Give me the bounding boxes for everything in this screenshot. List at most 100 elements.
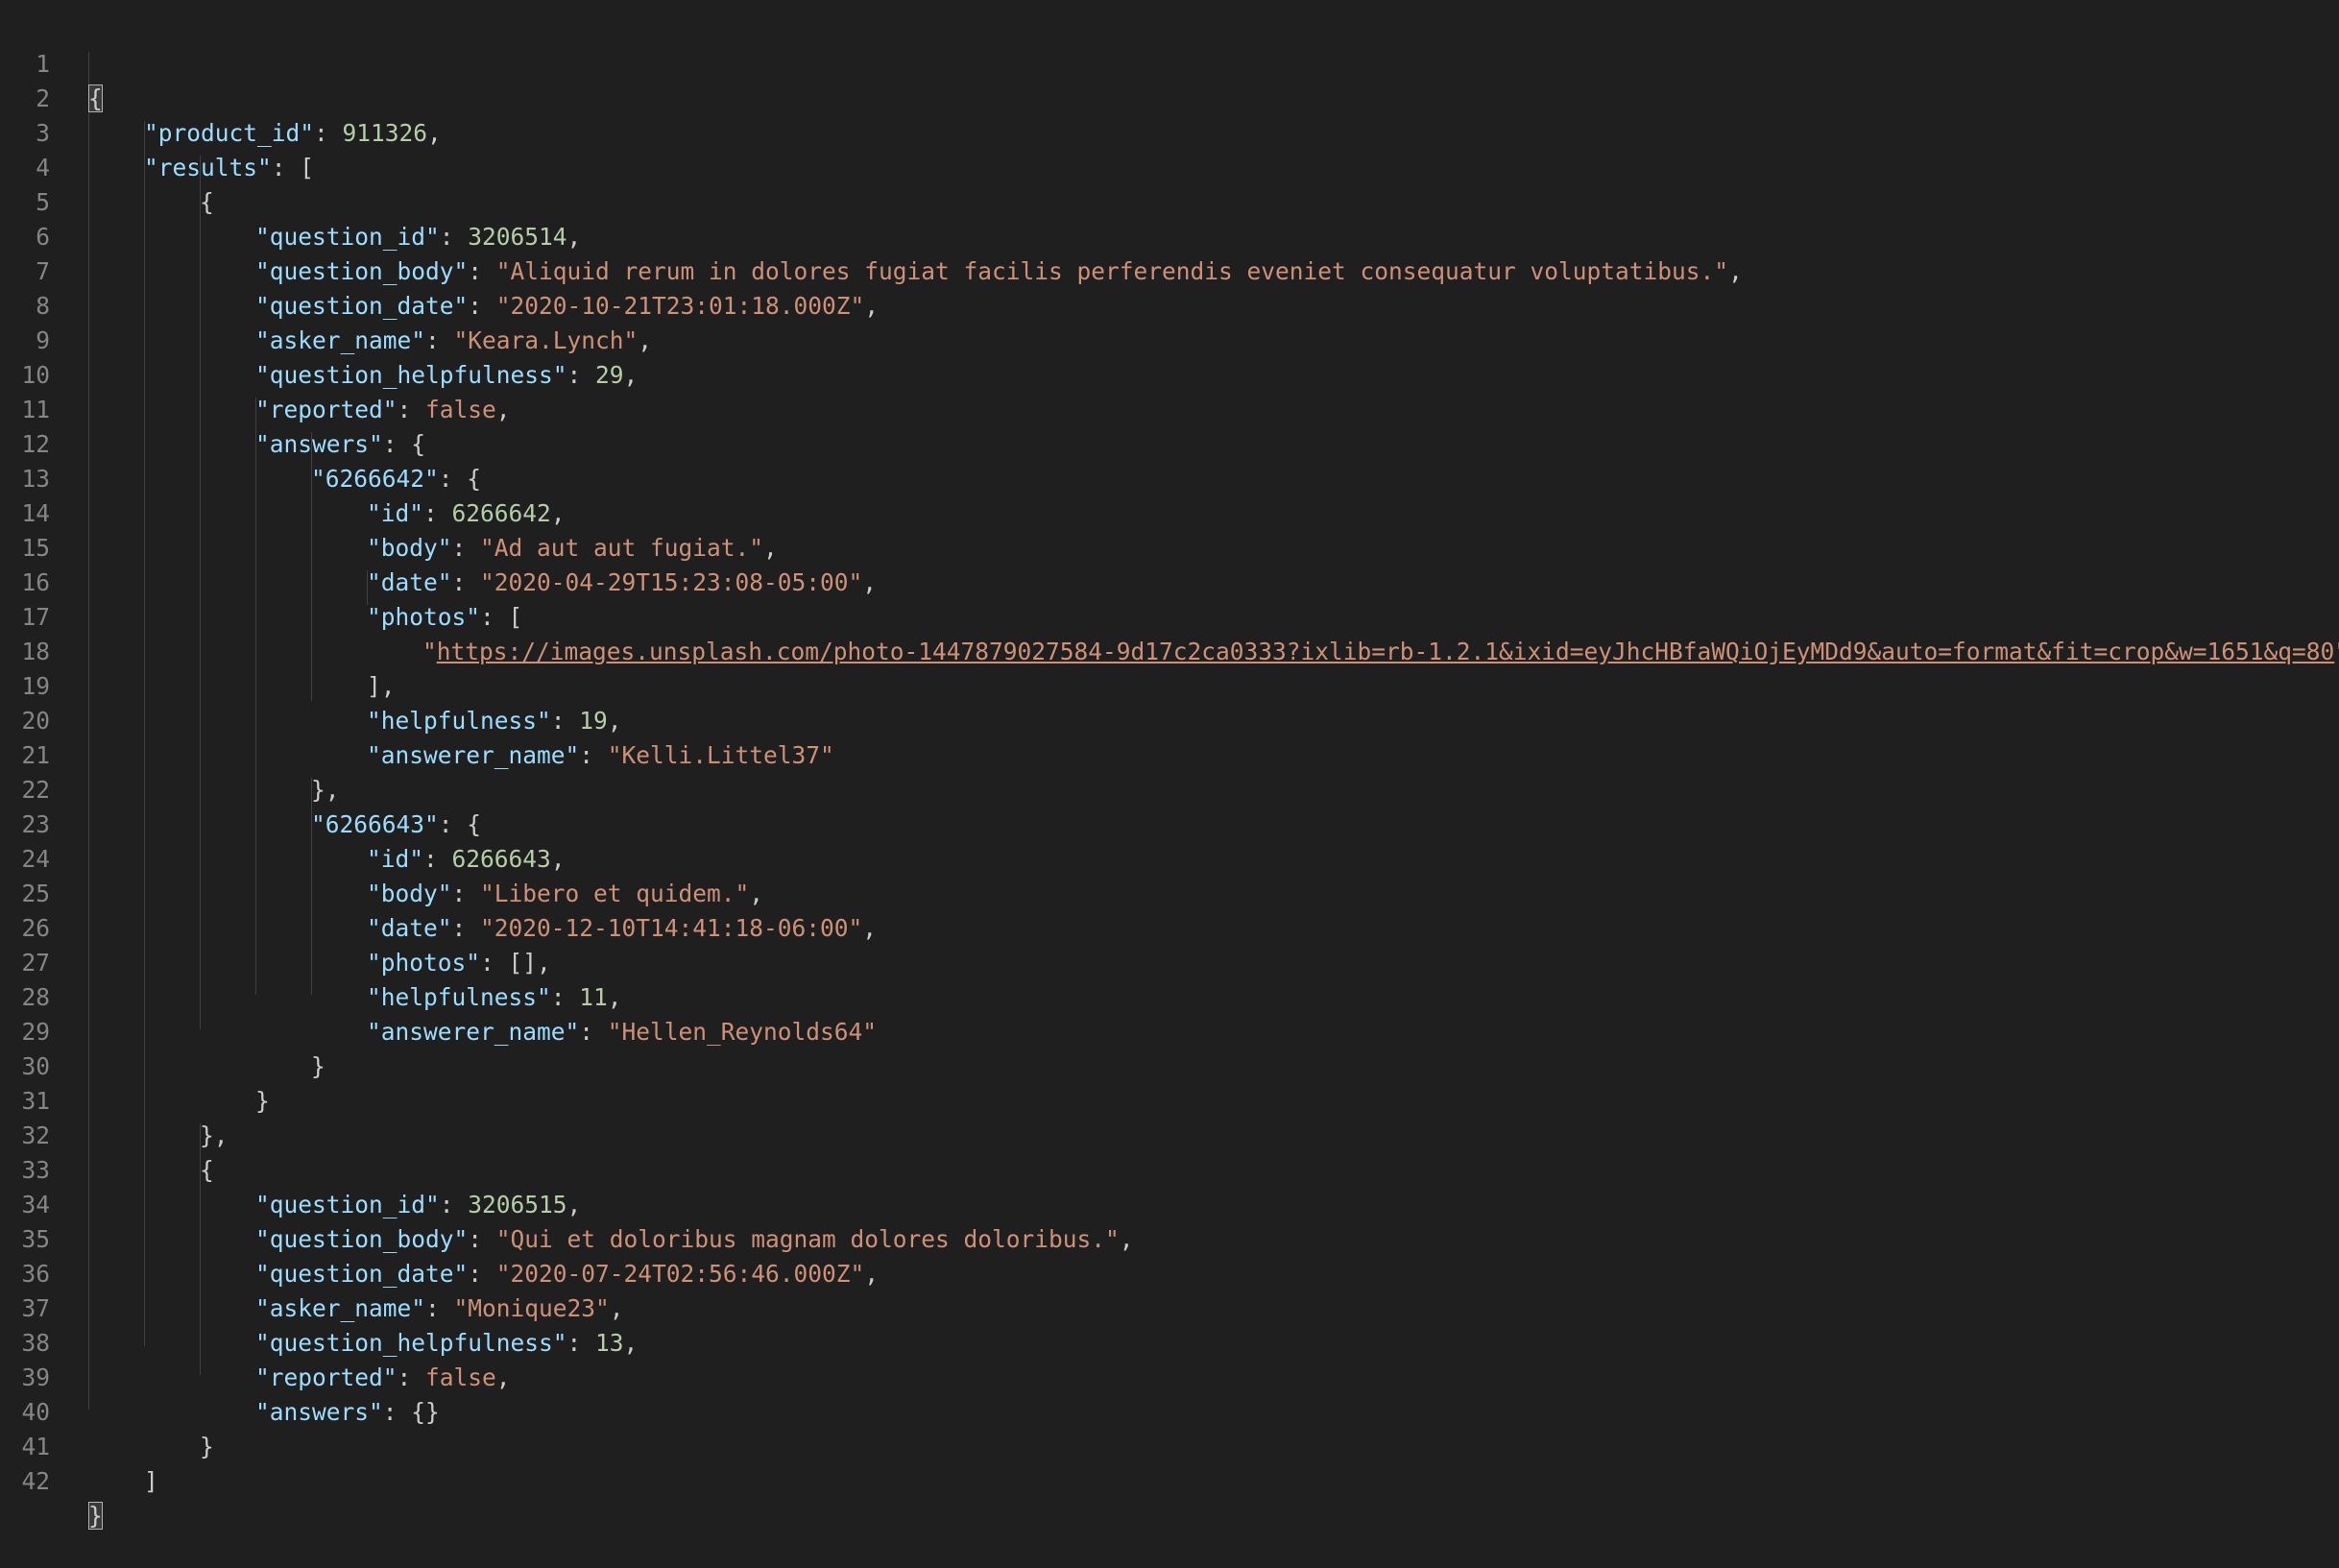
code-text: "product_id": 911326, bbox=[144, 119, 442, 147]
code-line[interactable]: 4 { bbox=[0, 116, 214, 216]
json-key: "id" bbox=[367, 845, 424, 873]
line-number: 42 bbox=[21, 1467, 50, 1495]
json-key: "answers" bbox=[255, 1398, 383, 1426]
code-text: "answerer_name": "Kelli.Littel37" bbox=[367, 741, 834, 769]
code-line[interactable]: 15 "date": "2020-04-29T15:23:08-05:00", bbox=[0, 496, 877, 596]
json-string: "2020-07-24T02:56:46.000Z" bbox=[495, 1260, 865, 1288]
indent-guide bbox=[144, 121, 145, 1346]
code-line[interactable]: 40 } bbox=[0, 1361, 213, 1460]
json-key: "question_body" bbox=[255, 1225, 469, 1253]
json-number: 6266643 bbox=[451, 845, 551, 873]
json-key: "photos" bbox=[367, 949, 481, 977]
json-string: "2020-04-29T15:23:08-05:00" bbox=[480, 568, 863, 596]
code-text: "answerer_name": "Hellen_Reynolds64" bbox=[367, 1018, 878, 1046]
code-line[interactable]: 39 "answers": {} bbox=[0, 1326, 439, 1426]
code-text: "question_id": 3206515, bbox=[255, 1191, 582, 1218]
json-string: "Kelli.Littel37" bbox=[607, 741, 834, 769]
code-editor[interactable]: 1 { 2 "product_id": 911326, 3 "results":… bbox=[0, 0, 2339, 1530]
code-line[interactable]: 32 { bbox=[0, 1084, 213, 1184]
code-line[interactable]: 5 "question_id": 3206514, bbox=[0, 151, 581, 251]
json-boolean: false bbox=[425, 396, 496, 423]
code-line[interactable]: 24 "body": "Libero et quidem.", bbox=[0, 808, 763, 907]
json-key: "question_id" bbox=[255, 223, 440, 251]
code-text: "question_id": 3206514, bbox=[255, 223, 582, 251]
code-line[interactable]: 25 "date": "2020-12-10T14:41:18-06:00", bbox=[0, 842, 877, 942]
code-line[interactable]: 33 "question_id": 3206515, bbox=[0, 1119, 581, 1218]
indent-guide bbox=[88, 52, 89, 1410]
code-line[interactable]: 20 "answerer_name": "Kelli.Littel37" bbox=[0, 669, 833, 769]
code-line[interactable]: 1 { bbox=[0, 12, 103, 112]
code-line[interactable]: 16 "photos": [ bbox=[0, 531, 522, 631]
code-text: ] bbox=[144, 1467, 158, 1495]
code-text: "answers": { bbox=[255, 430, 426, 458]
json-key: "results" bbox=[144, 154, 272, 181]
json-key: "asker_name" bbox=[255, 1294, 426, 1322]
code-line[interactable]: 31 }, bbox=[0, 1049, 228, 1149]
code-line[interactable]: 29 } bbox=[0, 980, 325, 1080]
code-line[interactable]: 30 } bbox=[0, 1015, 269, 1115]
code-text: }, bbox=[200, 1122, 229, 1149]
code-line[interactable]: 17 "https://images.unsplash.com/photo-14… bbox=[0, 566, 2339, 665]
code-line[interactable]: 12 "6266642": { bbox=[0, 393, 481, 493]
json-key: "6266642" bbox=[311, 465, 439, 493]
code-line[interactable]: 9 "question_helpfulness": 29, bbox=[0, 289, 638, 389]
code-line[interactable]: 8 "asker_name": "Keara.Lynch", bbox=[0, 254, 652, 354]
photo-url-link[interactable]: https://images.unsplash.com/photo-144787… bbox=[437, 638, 2335, 665]
code-line[interactable]: 3 "results": [ bbox=[0, 82, 314, 181]
code-text: "6266642": { bbox=[311, 465, 482, 493]
code-line[interactable]: 38 "reported": false, bbox=[0, 1291, 510, 1391]
json-string: "Monique23" bbox=[453, 1294, 610, 1322]
code-line[interactable]: 37 "question_helpfulness": 13, bbox=[0, 1257, 638, 1357]
json-key: "body" bbox=[367, 880, 452, 907]
json-string: "Hellen_Reynolds64" bbox=[607, 1018, 878, 1046]
json-key: "answers" bbox=[255, 430, 383, 458]
json-key: "question_helpfulness" bbox=[255, 361, 567, 389]
code-line[interactable]: 14 "body": "Ad aut aut fugiat.", bbox=[0, 462, 777, 562]
code-line[interactable]: 42 } bbox=[0, 1430, 103, 1530]
json-number: 13 bbox=[595, 1329, 624, 1357]
code-text: } bbox=[311, 1052, 326, 1080]
code-line[interactable]: 35 "question_date": "2020-07-24T02:56:46… bbox=[0, 1188, 879, 1288]
code-line[interactable]: 26 "photos": [], bbox=[0, 877, 550, 977]
json-key: "question_id" bbox=[255, 1191, 440, 1218]
code-text: "answers": {} bbox=[255, 1398, 440, 1426]
code-line[interactable]: 7 "question_date": "2020-10-21T23:01:18.… bbox=[0, 220, 879, 320]
json-key: "reported" bbox=[255, 1363, 398, 1391]
code-text: "id": 6266642, bbox=[367, 499, 566, 527]
code-line[interactable]: 19 "helpfulness": 19, bbox=[0, 635, 621, 735]
code-line[interactable]: 34 "question_body": "Qui et doloribus ma… bbox=[0, 1153, 1133, 1253]
json-key: "answerer_name" bbox=[367, 741, 580, 769]
code-line[interactable]: 23 "id": 6266643, bbox=[0, 773, 565, 873]
code-line[interactable]: 36 "asker_name": "Monique23", bbox=[0, 1222, 623, 1322]
code-line[interactable]: 41 ] bbox=[0, 1395, 157, 1495]
code-line[interactable]: 10 "reported": false, bbox=[0, 324, 510, 423]
code-line[interactable]: 13 "id": 6266642, bbox=[0, 427, 565, 527]
code-line[interactable]: 27 "helpfulness": 11, bbox=[0, 911, 621, 1011]
json-string: "Qui et doloribus magnam dolores dolorib… bbox=[495, 1225, 1120, 1253]
json-key: "question_date" bbox=[255, 1260, 469, 1288]
json-number: 11 bbox=[579, 983, 608, 1011]
code-text: }, bbox=[311, 776, 340, 804]
code-text: "reported": false, bbox=[255, 396, 511, 423]
code-line[interactable]: 18 ], bbox=[0, 600, 395, 700]
json-key: "date" bbox=[367, 914, 452, 942]
json-number: 3206514 bbox=[468, 223, 567, 251]
json-key: "question_helpfulness" bbox=[255, 1329, 567, 1357]
code-line[interactable]: 21 }, bbox=[0, 704, 339, 804]
json-number: 6266642 bbox=[451, 499, 551, 527]
code-text: "body": "Libero et quidem.", bbox=[367, 880, 764, 907]
json-string: "Keara.Lynch" bbox=[453, 326, 639, 354]
code-text: "reported": false, bbox=[255, 1363, 511, 1391]
json-number: 911326 bbox=[342, 119, 428, 147]
code-line[interactable]: 11 "answers": { bbox=[0, 358, 425, 458]
json-string: "2020-12-10T14:41:18-06:00" bbox=[480, 914, 863, 942]
code-line[interactable]: 6 "question_body": "Aliquid rerum in dol… bbox=[0, 185, 1743, 285]
code-line[interactable]: 22 "6266643": { bbox=[0, 738, 481, 838]
bracket-match-open: { bbox=[88, 84, 103, 112]
json-string: "Libero et quidem." bbox=[480, 880, 750, 907]
code-text: "id": 6266643, bbox=[367, 845, 566, 873]
code-text: "body": "Ad aut aut fugiat.", bbox=[367, 534, 778, 562]
json-key: "body" bbox=[367, 534, 452, 562]
code-line[interactable]: 28 "answerer_name": "Hellen_Reynolds64" bbox=[0, 946, 877, 1046]
code-line[interactable]: 2 "product_id": 911326, bbox=[0, 47, 442, 147]
